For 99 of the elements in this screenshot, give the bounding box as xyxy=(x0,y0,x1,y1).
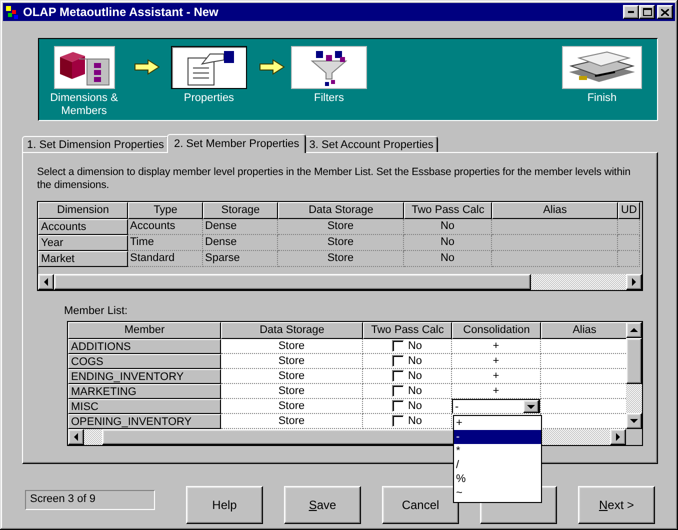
table-cell: Dense xyxy=(203,235,278,251)
checkbox-label: No xyxy=(408,354,422,368)
dropdown-option[interactable]: % xyxy=(454,472,541,486)
table-cell: Store xyxy=(278,235,404,251)
table-cell xyxy=(618,235,640,251)
table-cell: No xyxy=(404,251,492,267)
tab[interactable]: 3. Set Account Properties xyxy=(304,136,438,152)
checkbox-label: No xyxy=(408,339,422,353)
close-button[interactable] xyxy=(657,5,673,19)
scroll-up-button[interactable] xyxy=(626,322,642,338)
row-header[interactable]: MARKETING xyxy=(68,384,221,399)
table-cell: Store xyxy=(278,251,404,267)
dropdown-option[interactable]: / xyxy=(454,458,541,472)
row-header[interactable]: COGS xyxy=(68,354,221,369)
window-title: OLAP Metaoutline Assistant - New xyxy=(23,5,220,19)
column-header[interactable]: Two Pass Calc xyxy=(363,322,452,339)
column-header[interactable]: Two Pass Calc xyxy=(404,202,492,219)
dropdown-button[interactable] xyxy=(523,400,539,413)
checkbox[interactable] xyxy=(392,370,404,382)
table-cell: + xyxy=(452,384,541,399)
step-tile[interactable] xyxy=(171,46,247,89)
table-cell: Accounts xyxy=(128,219,203,235)
table-cell: Store xyxy=(221,354,363,369)
row-header[interactable]: OPENING_INVENTORY xyxy=(68,414,221,429)
caret-icon xyxy=(527,402,535,410)
table-cell: + xyxy=(452,354,541,369)
row-header[interactable]: Accounts xyxy=(38,219,128,235)
table-cell: Store xyxy=(221,414,363,429)
column-header[interactable]: Consolidation xyxy=(452,322,541,339)
table-cell: + xyxy=(452,339,541,354)
tab[interactable]: 2. Set Member Properties xyxy=(166,134,306,153)
checkbox[interactable] xyxy=(392,355,404,367)
table-cell: + xyxy=(452,369,541,384)
step-label: Properties xyxy=(182,92,236,105)
step-label: Dimensions & Members xyxy=(49,92,119,118)
member-list-label: Member List: xyxy=(64,305,129,317)
dropdown-option[interactable]: * xyxy=(454,444,541,458)
table-cell xyxy=(618,219,640,235)
tab[interactable]: 1. Set Dimension Properties xyxy=(22,136,169,152)
column-header[interactable]: UD xyxy=(618,202,640,219)
app-icon xyxy=(5,5,19,19)
column-header[interactable]: Alias xyxy=(492,202,618,219)
scroll-right-button[interactable] xyxy=(610,429,626,445)
dialog-button[interactable]: Save xyxy=(284,486,361,524)
step-label: Finish xyxy=(586,92,618,105)
row-header[interactable]: Year xyxy=(38,235,128,251)
column-header[interactable]: Alias xyxy=(541,322,628,339)
scroll-down-button[interactable] xyxy=(626,413,642,429)
column-header[interactable]: Type xyxy=(128,202,203,219)
column-header[interactable]: Data Storage xyxy=(221,322,363,339)
checkbox-label: No xyxy=(408,399,422,413)
row-header[interactable]: ADDITIONS xyxy=(68,339,221,354)
minimize-icon xyxy=(628,11,634,13)
checkbox-label: No xyxy=(408,369,422,383)
table-cell: No xyxy=(404,235,492,251)
scroll-right-button[interactable] xyxy=(626,274,642,290)
table-cell: Time xyxy=(128,235,203,251)
table-cell: Store xyxy=(221,399,363,414)
maximize-button[interactable] xyxy=(639,5,655,19)
dialog-button[interactable]: Next > xyxy=(578,486,655,524)
row-header[interactable]: ENDING_INVENTORY xyxy=(68,369,221,384)
table-cell: Store xyxy=(221,369,363,384)
checkbox[interactable] xyxy=(392,340,404,352)
status-field: Screen 3 of 9 xyxy=(25,490,155,510)
scroll-thumb[interactable] xyxy=(626,338,642,384)
column-header[interactable]: Dimension xyxy=(38,202,128,219)
table-cell: No xyxy=(404,219,492,235)
up-arrow-icon xyxy=(630,326,638,334)
checkbox[interactable] xyxy=(392,385,404,397)
instructions-text: Select a dimension to display member level properties in the Member List. Set the Essbase properties for the member levels within the dimensions. xyxy=(37,166,632,192)
scroll-left-button[interactable] xyxy=(68,429,84,445)
table-cell xyxy=(618,251,640,267)
checkbox[interactable] xyxy=(392,415,404,427)
dialog-button[interactable]: Cancel xyxy=(382,486,459,524)
row-header[interactable]: MISC xyxy=(68,399,221,414)
dropdown-option[interactable]: + xyxy=(454,416,541,430)
table-cell: Store xyxy=(221,384,363,399)
column-header[interactable]: Storage xyxy=(203,202,278,219)
scroll-thumb[interactable] xyxy=(54,274,531,290)
table-cell: Store xyxy=(278,219,404,235)
step-label: Filters xyxy=(313,92,345,105)
down-arrow-icon xyxy=(630,417,638,425)
checkbox[interactable] xyxy=(392,400,404,412)
column-header[interactable]: Data Storage xyxy=(278,202,404,219)
dialog-button[interactable]: Help xyxy=(186,486,263,524)
checkbox-label: No xyxy=(408,384,422,398)
row-header[interactable]: Market xyxy=(38,251,128,267)
table-cell: Sparse xyxy=(203,251,278,267)
consolidation-dropdown[interactable]: - xyxy=(452,399,540,413)
minimize-button[interactable] xyxy=(623,5,639,19)
table-cell: Dense xyxy=(203,219,278,235)
checkbox-label: No xyxy=(408,414,422,428)
close-icon xyxy=(661,8,669,16)
maximize-icon xyxy=(642,8,652,16)
table-cell: Store xyxy=(221,339,363,354)
column-header[interactable]: Member xyxy=(68,322,221,339)
dropdown-option[interactable]: - xyxy=(454,430,541,444)
scroll-left-button[interactable] xyxy=(38,274,54,290)
table-cell: Standard xyxy=(128,251,203,267)
